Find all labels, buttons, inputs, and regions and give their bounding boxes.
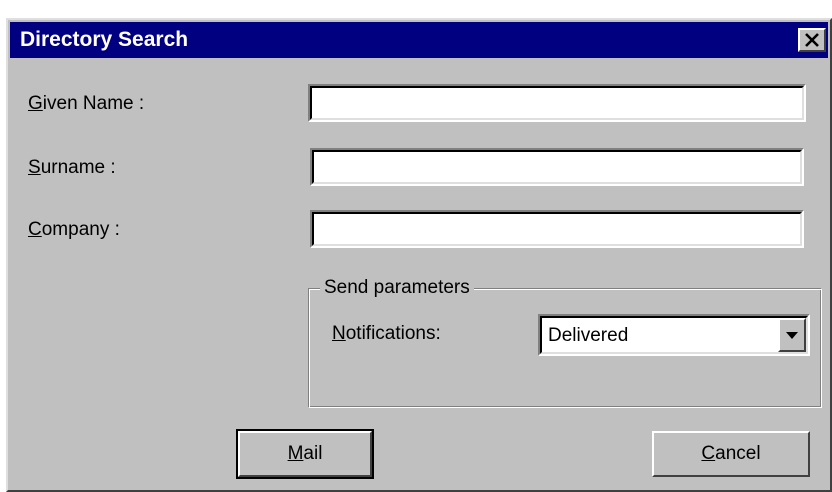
directory-search-dialog: Directory Search Given Name : Surname : … [6,18,832,492]
notifications-dropdown-button[interactable] [778,318,806,352]
chevron-down-icon [786,331,798,339]
window-title: Directory Search [20,28,189,51]
given-name-label: Given Name : [28,92,144,116]
given-name-value[interactable] [310,86,804,120]
mail-label-text: ail [303,443,323,464]
send-parameters-legend: Send parameters [320,276,474,300]
close-button[interactable] [798,28,826,52]
close-icon [805,33,819,47]
title-bar[interactable]: Directory Search [10,22,828,58]
company-input[interactable] [310,210,804,248]
given-name-input[interactable] [308,84,806,122]
surname-label: Surname : [28,156,116,180]
company-accelerator: C [28,219,42,240]
notifications-label-text: otifications: [345,323,441,344]
surname-label-text: urname : [40,157,116,178]
given-name-label-text: iven Name : [42,93,145,114]
company-label: Company : [28,218,120,242]
company-label-text: ompany : [41,219,120,240]
notifications-accelerator: N [332,323,346,344]
cancel-button-label: Cancel [701,443,760,465]
surname-accelerator: S [28,157,41,178]
notifications-select[interactable]: Delivered [538,314,810,356]
cancel-button[interactable]: Cancel [652,431,810,477]
cancel-label-text: ancel [715,443,761,464]
cancel-accelerator: C [701,443,716,464]
surname-input[interactable] [310,148,804,186]
notifications-selected-value: Delivered [548,325,629,346]
mail-button-label: Mail [288,443,323,465]
surname-value[interactable] [312,150,802,184]
mail-accelerator: M [287,443,304,464]
notifications-select-field[interactable]: Delivered [540,316,808,354]
given-name-accelerator: G [28,93,43,114]
company-value[interactable] [312,212,802,246]
notifications-label: Notifications: [332,322,441,346]
mail-button[interactable]: Mail [236,429,374,479]
